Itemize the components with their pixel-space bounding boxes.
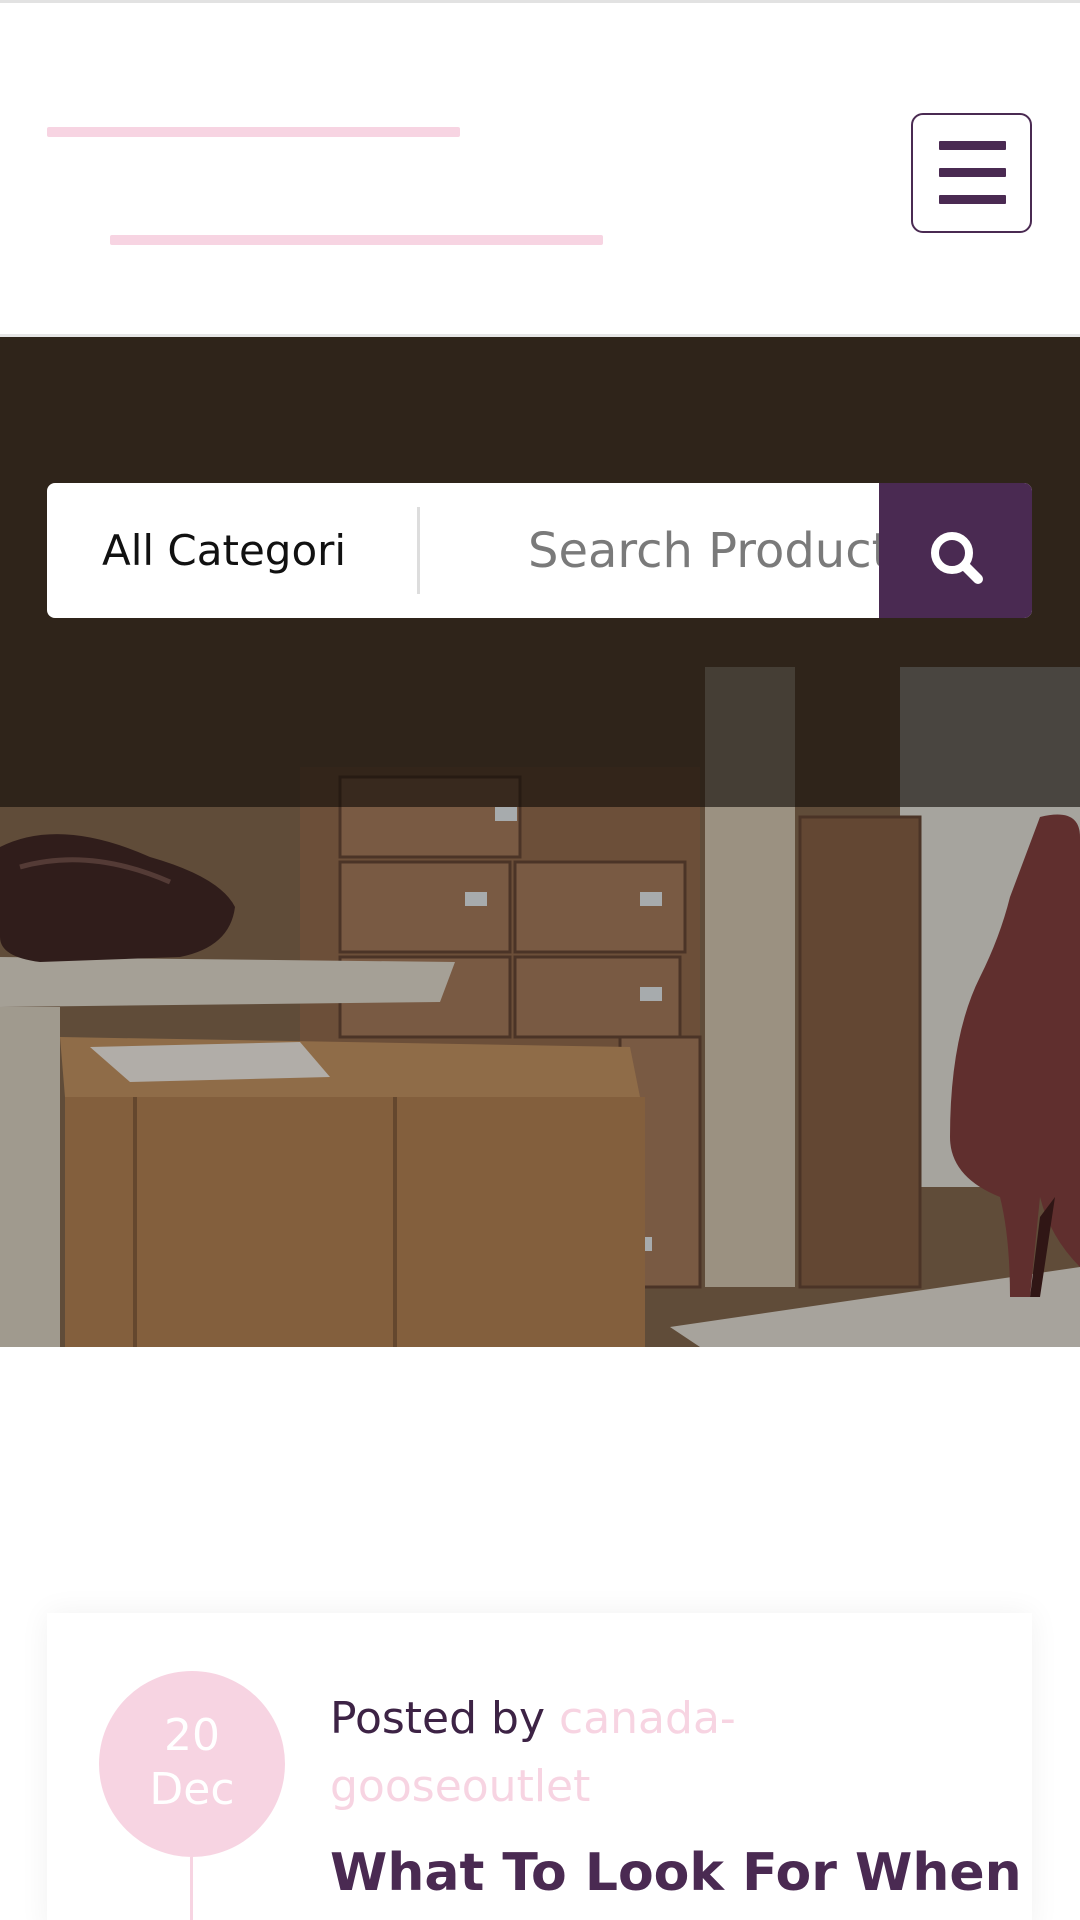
hero-lower-overlay <box>0 807 1080 1347</box>
post-meta: Posted by canada-gooseoutlet <box>330 1685 990 1821</box>
hamburger-menu-icon-bar <box>939 168 1006 177</box>
search-input[interactable] <box>430 483 927 618</box>
search-button[interactable] <box>879 483 1032 618</box>
menu-button[interactable] <box>911 113 1032 233</box>
product-search-bar: All Categori <box>47 483 1032 618</box>
posted-by-label: Posted by <box>330 1693 546 1744</box>
logo-line-bottom <box>110 235 603 245</box>
search-divider <box>417 507 420 594</box>
hamburger-menu-icon-bar <box>939 195 1006 204</box>
site-header <box>0 0 1080 337</box>
category-select[interactable]: All Categori <box>102 483 402 618</box>
logo-line-top <box>47 127 460 137</box>
post-date-month: Dec <box>149 1764 235 1815</box>
post-date-day: 20 <box>164 1710 220 1761</box>
blog-post-card: 20 Dec Posted by canada-gooseoutlet What… <box>47 1613 1032 1920</box>
hamburger-menu-icon <box>939 141 1006 150</box>
post-timeline-line <box>190 1857 193 1920</box>
search-icon <box>931 532 983 584</box>
hero-banner: All Categori <box>0 337 1080 1347</box>
post-date-badge: 20 Dec <box>99 1671 285 1857</box>
post-title[interactable]: What To Look For When <box>330 1841 1030 1905</box>
